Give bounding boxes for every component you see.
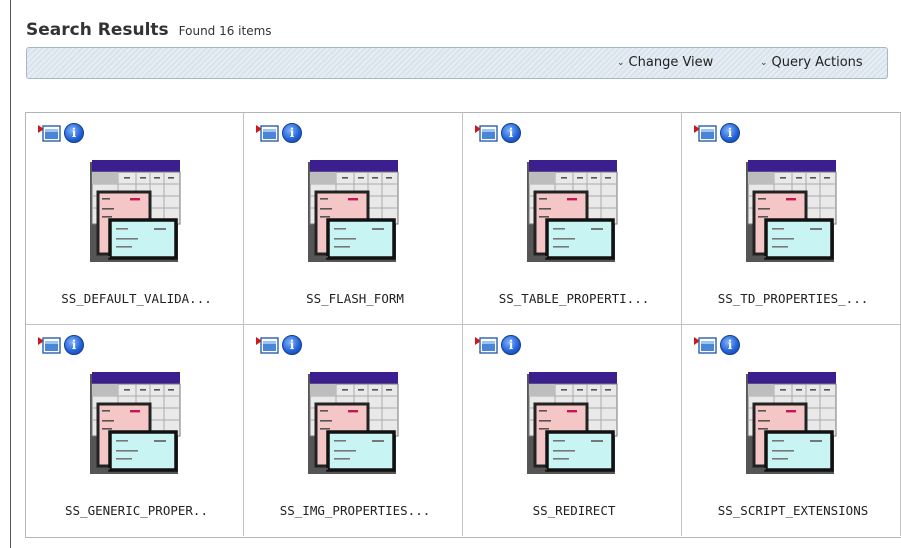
result-item[interactable]: i — [26, 325, 244, 536]
item-name[interactable]: SS_FLASH_FORM — [254, 291, 456, 306]
item-name[interactable]: SS_IMG_PROPERTIES... — [254, 503, 456, 518]
change-view-button[interactable]: ⌄ Change View — [617, 55, 713, 70]
item-name[interactable]: SS_GENERIC_PROPER.. — [36, 503, 237, 518]
info-icon[interactable]: i — [282, 335, 302, 355]
form-document-icon[interactable] — [744, 370, 838, 484]
open-item-icon[interactable] — [256, 123, 280, 143]
open-item-icon[interactable] — [38, 123, 62, 143]
info-icon[interactable]: i — [282, 123, 302, 143]
results-grid: i SS_DEFAULT_VALIDA... i SS_FLASH_FORM i… — [25, 112, 901, 538]
item-actions: i — [38, 123, 84, 143]
item-name[interactable]: SS_TABLE_PROPERTI... — [473, 291, 675, 306]
form-document-icon[interactable] — [306, 158, 400, 272]
page-title: Search Results — [26, 20, 169, 40]
result-item[interactable]: i — [26, 113, 244, 325]
open-item-icon[interactable] — [694, 335, 718, 355]
result-item[interactable]: i — [463, 325, 682, 536]
item-name[interactable]: SS_SCRIPT_EXTENSIONS — [692, 503, 894, 518]
info-icon[interactable]: i — [64, 123, 84, 143]
item-actions: i — [694, 123, 740, 143]
form-document-icon[interactable] — [744, 158, 838, 272]
form-document-icon[interactable] — [306, 370, 400, 484]
result-item[interactable]: i — [244, 113, 463, 325]
item-name[interactable]: SS_DEFAULT_VALIDA... — [36, 291, 237, 306]
open-item-icon[interactable] — [38, 335, 62, 355]
item-actions: i — [475, 335, 521, 355]
result-item[interactable]: i — [682, 325, 901, 536]
result-count: Found 16 items — [178, 24, 272, 38]
info-icon[interactable]: i — [720, 335, 740, 355]
result-item[interactable]: i — [244, 325, 463, 536]
form-document-icon[interactable] — [88, 370, 182, 484]
item-name[interactable]: SS_REDIRECT — [473, 503, 675, 518]
results-toolbar: ⌄ Change View ⌄ Query Actions — [26, 47, 888, 79]
info-icon[interactable]: i — [501, 335, 521, 355]
result-item[interactable]: i — [682, 113, 901, 325]
frame-border — [10, 0, 11, 548]
query-actions-button[interactable]: ⌄ Query Actions — [760, 55, 863, 70]
open-item-icon[interactable] — [694, 123, 718, 143]
results-header: Search Results Found 16 items — [26, 20, 272, 46]
open-item-icon[interactable] — [475, 123, 499, 143]
open-item-icon[interactable] — [256, 335, 280, 355]
item-actions: i — [38, 335, 84, 355]
chevron-down-icon: ⌄ — [617, 57, 625, 68]
change-view-label: Change View — [628, 55, 714, 70]
chevron-down-icon: ⌄ — [760, 57, 768, 68]
info-icon[interactable]: i — [501, 123, 521, 143]
form-document-icon[interactable] — [88, 158, 182, 272]
item-actions: i — [475, 123, 521, 143]
item-actions: i — [256, 335, 302, 355]
item-actions: i — [694, 335, 740, 355]
query-actions-label: Query Actions — [771, 55, 863, 70]
item-name[interactable]: SS_TD_PROPERTIES_... — [692, 291, 894, 306]
open-item-icon[interactable] — [475, 335, 499, 355]
form-document-icon[interactable] — [525, 370, 619, 484]
info-icon[interactable]: i — [720, 123, 740, 143]
item-actions: i — [256, 123, 302, 143]
form-document-icon[interactable] — [525, 158, 619, 272]
result-item[interactable]: i — [463, 113, 682, 325]
info-icon[interactable]: i — [64, 335, 84, 355]
